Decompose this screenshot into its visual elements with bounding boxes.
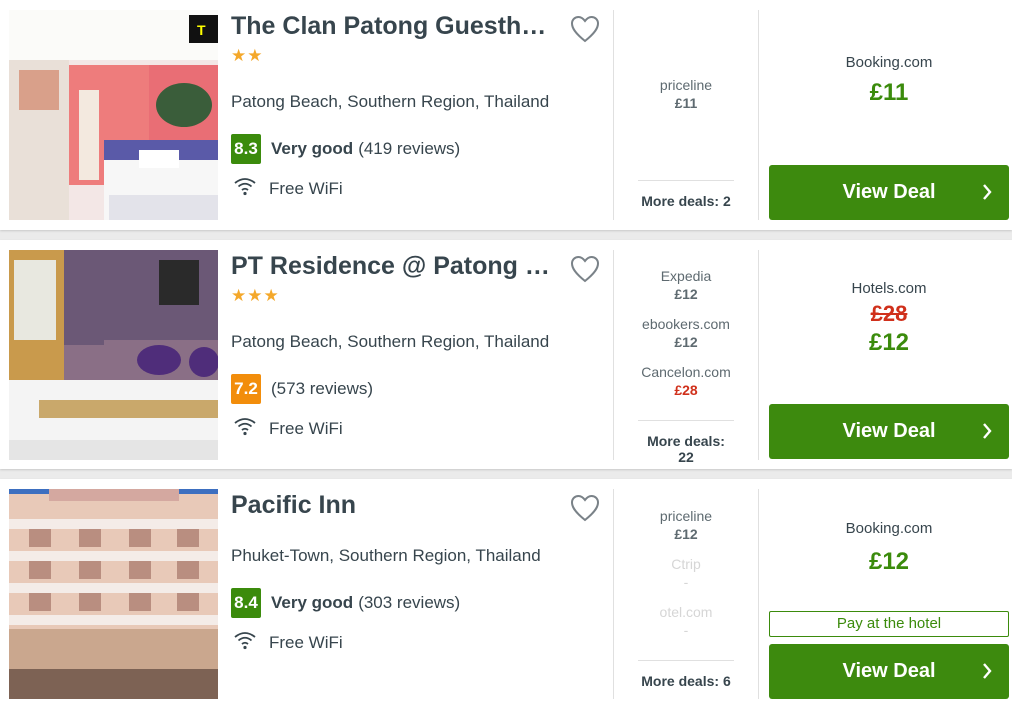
hotel-card: Pacific Inn Phuket-Town, Southern Region… — [0, 479, 1012, 703]
best-deal-price: £11 — [869, 79, 909, 106]
other-deals: priceline £11 — [614, 76, 758, 118]
deal-item[interactable]: Cancelon.com £28 — [614, 363, 758, 399]
view-deal-label: View Deal — [842, 420, 936, 442]
wifi-icon — [231, 176, 269, 201]
deal-item[interactable]: Expedia £12 — [614, 267, 758, 303]
best-deal-price: £12 — [868, 548, 910, 575]
more-deals-link[interactable]: More deals: 2 — [638, 180, 734, 209]
hotel-card: PT Residence @ Patong … ★★★ Patong Beach… — [0, 240, 1012, 469]
deal-price: - — [683, 574, 689, 590]
rating-label: Very good — [271, 139, 354, 158]
hotel-location: Patong Beach, Southern Region, Thailand — [231, 92, 550, 111]
hotel-location: Phuket-Town, Southern Region, Thailand — [231, 546, 541, 565]
other-deals: priceline £12 Ctrip - otel.com - — [614, 507, 758, 645]
wifi-icon — [231, 416, 269, 441]
svg-text:T: T — [197, 22, 206, 38]
chevron-right-icon — [981, 182, 993, 208]
review-rating: 7.2 (573 reviews) — [231, 374, 373, 404]
chevron-right-icon — [981, 661, 993, 687]
deal-site: ebookers.com — [642, 316, 730, 332]
hotel-name[interactable]: Pacific Inn — [231, 490, 561, 520]
deal-item[interactable]: ebookers.com £12 — [614, 315, 758, 351]
review-count[interactable]: (419 reviews) — [358, 139, 460, 159]
deal-item[interactable]: priceline £11 — [614, 76, 758, 112]
heart-outline-icon[interactable] — [570, 255, 602, 283]
best-deal-site: Hotels.com — [851, 280, 927, 297]
amenity-label: Free WiFi — [269, 418, 343, 438]
wifi-icon — [231, 630, 269, 655]
divider — [758, 489, 759, 699]
amenity: Free WiFi — [231, 416, 343, 441]
more-deals-link[interactable]: More deals: 6 — [638, 660, 734, 689]
best-deal-site: Booking.com — [845, 54, 933, 71]
best-deal-old-price: £28 — [870, 301, 908, 326]
hotel-card: T The Clan Patong Guesth… ★★ Patong Beac… — [0, 0, 1012, 230]
deal-item[interactable]: Ctrip - — [614, 555, 758, 591]
rating-score-badge: 7.2 — [231, 374, 261, 404]
deal-price: £11 — [674, 95, 698, 111]
best-deal: Booking.com £11 — [769, 54, 1009, 108]
deal-price: £12 — [674, 286, 698, 302]
rating-score-badge: 8.3 — [231, 134, 261, 164]
deal-price: - — [683, 622, 689, 638]
amenity: Free WiFi — [231, 176, 343, 201]
best-deal: Booking.com £12 — [769, 520, 1009, 577]
heart-outline-icon[interactable] — [570, 15, 602, 43]
review-count[interactable]: (573 reviews) — [271, 379, 373, 399]
hotel-photo[interactable]: T — [9, 10, 218, 220]
amenity-label: Free WiFi — [269, 178, 343, 198]
deal-price: £28 — [674, 382, 698, 398]
divider — [758, 10, 759, 220]
amenity-label: Free WiFi — [269, 632, 343, 652]
more-deals-link[interactable]: More deals: 22 — [638, 420, 734, 465]
view-deal-label: View Deal — [842, 660, 936, 682]
amenity: Free WiFi — [231, 630, 343, 655]
best-deal: Hotels.com £28 £12 — [769, 280, 1009, 358]
best-deal-site: Booking.com — [845, 520, 933, 537]
star-rating: ★★ — [231, 46, 264, 65]
view-deal-label: View Deal — [842, 181, 936, 203]
chevron-right-icon — [981, 421, 993, 447]
pay-at-hotel-badge: Pay at the hotel — [769, 611, 1009, 637]
deal-site: Ctrip — [671, 556, 701, 572]
hotel-name[interactable]: PT Residence @ Patong … — [231, 251, 561, 281]
heart-outline-icon[interactable] — [570, 494, 602, 522]
review-rating: 8.4 Very good (303 reviews) — [231, 588, 460, 618]
view-deal-button[interactable]: View Deal — [769, 644, 1009, 699]
deal-site: priceline — [659, 508, 713, 524]
rating-label: Very good — [271, 593, 354, 612]
divider — [758, 250, 759, 460]
hotel-photo[interactable] — [9, 489, 218, 699]
other-deals: Expedia £12 ebookers.com £12 Cancelon.co… — [614, 267, 758, 405]
review-rating: 8.3 Very good (419 reviews) — [231, 134, 460, 164]
deal-site: Expedia — [660, 268, 712, 284]
deal-site: Cancelon.com — [641, 364, 731, 380]
best-deal-price: £12 — [868, 329, 910, 356]
deal-item[interactable]: priceline £12 — [614, 507, 758, 543]
view-deal-button[interactable]: View Deal — [769, 165, 1009, 220]
hotel-location: Patong Beach, Southern Region, Thailand — [231, 332, 550, 351]
review-count[interactable]: (303 reviews) — [358, 593, 460, 613]
rating-score-badge: 8.4 — [231, 588, 261, 618]
hotel-photo[interactable] — [9, 250, 218, 460]
deal-item[interactable]: otel.com - — [614, 603, 758, 639]
hotel-name[interactable]: The Clan Patong Guesth… — [231, 11, 561, 41]
deal-price: £12 — [674, 526, 698, 542]
deal-price: £12 — [674, 334, 698, 350]
deal-site: otel.com — [659, 604, 713, 620]
view-deal-button[interactable]: View Deal — [769, 404, 1009, 459]
deal-site: priceline — [659, 77, 713, 93]
star-rating: ★★★ — [231, 286, 280, 305]
